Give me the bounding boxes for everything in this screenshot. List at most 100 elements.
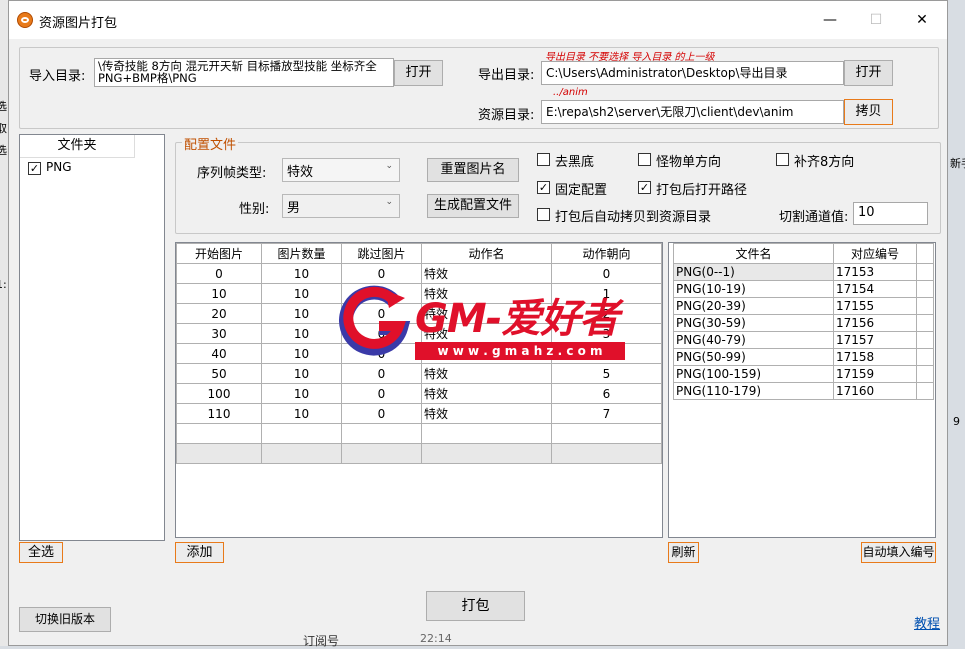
cell-number[interactable]: 17160 [833, 382, 917, 400]
threshold-input[interactable]: 10 [853, 202, 928, 225]
tutorial-link[interactable]: 教程 [914, 613, 940, 632]
cell-count[interactable]: 10 [261, 403, 342, 424]
col-direction[interactable]: 动作朝向 [551, 243, 662, 264]
col-filename[interactable]: 文件名 [673, 243, 834, 264]
close-button[interactable]: ✕ [899, 1, 945, 39]
export-path-field[interactable]: C:\Users\Administrator\Desktop\导出目录 [541, 61, 844, 85]
cell-count[interactable]: 10 [261, 383, 342, 404]
cell-filename[interactable]: PNG(0--1) [673, 263, 834, 281]
cell-skip[interactable]: 0 [341, 383, 422, 404]
cell-filename[interactable]: PNG(40-79) [673, 331, 834, 349]
maximize-button[interactable]: ☐ [853, 1, 899, 39]
table-row-empty[interactable] [176, 423, 662, 444]
empty-cell[interactable] [341, 443, 422, 464]
cell-number[interactable]: 17158 [833, 348, 917, 366]
col-action[interactable]: 动作名 [421, 243, 552, 264]
empty-cell[interactable] [261, 423, 342, 444]
cell-number[interactable]: 17156 [833, 314, 917, 332]
table-row[interactable]: PNG(30-59) 17156 [673, 314, 934, 332]
cell-action[interactable]: 特效 [421, 383, 552, 404]
generate-config-button[interactable]: 生成配置文件 [427, 194, 519, 218]
cell-filename[interactable]: PNG(30-59) [673, 314, 834, 332]
open-after-pack-checkbox[interactable]: ✓ [638, 181, 651, 194]
fill-8dir-checkbox[interactable] [776, 153, 789, 166]
add-button[interactable]: 添加 [175, 542, 224, 563]
cell-skip[interactable]: 0 [341, 363, 422, 384]
cell-filename[interactable]: PNG(10-19) [673, 280, 834, 298]
cell-filename[interactable]: PNG(20-39) [673, 297, 834, 315]
resource-path-field[interactable]: E:\repa\sh2\server\无限刀\client\dev\anim [541, 100, 844, 124]
monster-single-dir-checkbox[interactable] [638, 153, 651, 166]
cell-action[interactable]: 特效 [421, 263, 552, 284]
empty-cell[interactable] [341, 423, 422, 444]
cell-filename[interactable]: PNG(100-159) [673, 365, 834, 383]
cell-start[interactable]: 100 [176, 383, 262, 404]
col-start[interactable]: 开始图片 [176, 243, 262, 264]
empty-cell[interactable] [551, 443, 662, 464]
export-open-button[interactable]: 打开 [844, 60, 893, 86]
cell-number[interactable]: 17153 [833, 263, 917, 281]
cell-number[interactable]: 17159 [833, 365, 917, 383]
gender-select[interactable]: 男 ⌄ [282, 194, 400, 218]
empty-cell[interactable] [551, 423, 662, 444]
seq-type-select[interactable]: 特效 ⌄ [282, 158, 400, 182]
empty-cell[interactable] [421, 443, 552, 464]
empty-cell[interactable] [176, 423, 262, 444]
minimize-button[interactable]: — [807, 1, 853, 39]
cell-start[interactable]: 30 [176, 323, 262, 344]
cell-number[interactable]: 17155 [833, 297, 917, 315]
folder-png-checkbox[interactable]: ✓ [28, 162, 41, 175]
table-row-empty[interactable] [176, 443, 662, 464]
fixed-config-checkbox[interactable]: ✓ [537, 181, 550, 194]
col-skip[interactable]: 跳过图片 [341, 243, 422, 264]
resource-copy-button[interactable]: 拷贝 [844, 99, 893, 125]
cell-count[interactable]: 10 [261, 323, 342, 344]
table-row[interactable]: 100 10 0 特效 6 [176, 383, 662, 404]
cell-direction[interactable]: 0 [551, 263, 662, 284]
switch-old-version-button[interactable]: 切换旧版本 [19, 607, 111, 632]
select-all-button[interactable]: 全选 [19, 542, 63, 563]
import-path-field[interactable]: \传奇技能 8方向 混元开天斩 目标播放型技能 坐标齐全 PNG+BMP格\PN… [94, 58, 394, 87]
pack-button[interactable]: 打包 [426, 591, 525, 621]
remove-black-checkbox[interactable] [537, 153, 550, 166]
cell-direction[interactable]: 6 [551, 383, 662, 404]
cell-start[interactable]: 40 [176, 343, 262, 364]
cell-count[interactable]: 10 [261, 263, 342, 284]
cell-start[interactable]: 20 [176, 303, 262, 324]
table-row[interactable]: PNG(10-19) 17154 [673, 280, 934, 298]
cell-filename[interactable]: PNG(50-99) [673, 348, 834, 366]
table-row[interactable]: PNG(40-79) 17157 [673, 331, 934, 349]
cell-skip[interactable]: 0 [341, 403, 422, 424]
cell-count[interactable]: 10 [261, 283, 342, 304]
table-row[interactable]: PNG(100-159) 17159 [673, 365, 934, 383]
cell-start[interactable]: 0 [176, 263, 262, 284]
cell-count[interactable]: 10 [261, 343, 342, 364]
cell-count[interactable]: 10 [261, 363, 342, 384]
col-count[interactable]: 图片数量 [261, 243, 342, 264]
table-row[interactable]: PNG(50-99) 17158 [673, 348, 934, 366]
table-row[interactable]: PNG(0--1) 17153 [673, 263, 934, 281]
refresh-button[interactable]: 刷新 [668, 542, 699, 563]
table-row[interactable]: PNG(20-39) 17155 [673, 297, 934, 315]
table-row[interactable]: 110 10 0 特效 7 [176, 403, 662, 424]
empty-cell[interactable] [421, 423, 552, 444]
cell-number[interactable]: 17157 [833, 331, 917, 349]
cell-start[interactable]: 50 [176, 363, 262, 384]
cell-number[interactable]: 17154 [833, 280, 917, 298]
empty-cell[interactable] [261, 443, 342, 464]
cell-start[interactable]: 110 [176, 403, 262, 424]
cell-action[interactable]: 特效 [421, 363, 552, 384]
cell-action[interactable]: 特效 [421, 403, 552, 424]
col-number[interactable]: 对应编号 [833, 243, 917, 264]
table-row[interactable]: PNG(110-179) 17160 [673, 382, 934, 400]
table-row[interactable]: 50 10 0 特效 5 [176, 363, 662, 384]
auto-fill-button[interactable]: 自动填入编号 [861, 542, 936, 563]
table-row[interactable]: 0 10 0 特效 0 [176, 263, 662, 284]
cell-skip[interactable]: 0 [341, 263, 422, 284]
cell-start[interactable]: 10 [176, 283, 262, 304]
cell-filename[interactable]: PNG(110-179) [673, 382, 834, 400]
empty-cell[interactable] [176, 443, 262, 464]
cell-direction[interactable]: 5 [551, 363, 662, 384]
cell-direction[interactable]: 7 [551, 403, 662, 424]
auto-copy-checkbox[interactable] [537, 208, 550, 221]
